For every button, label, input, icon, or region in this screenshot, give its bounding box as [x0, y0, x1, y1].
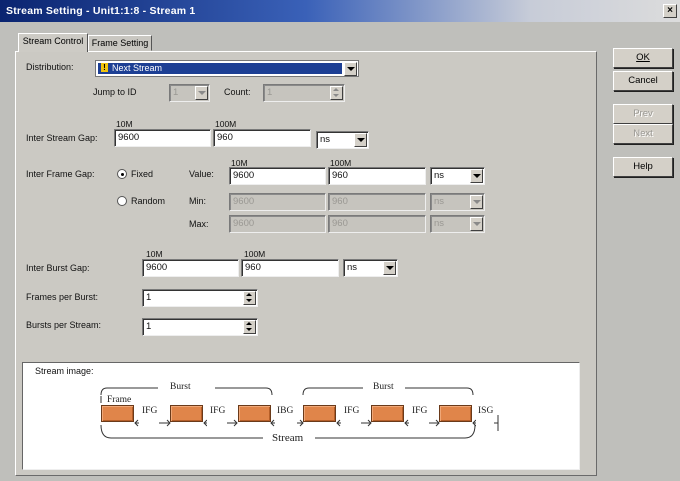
ibg-10m-input[interactable]: 9600 [142, 259, 239, 277]
jump-to-id-value: 1 [173, 87, 179, 98]
frames-per-burst-label: Frames per Burst: [26, 292, 99, 302]
ibg-10m-header: 10M [146, 249, 163, 259]
spinner-icon[interactable] [243, 320, 256, 334]
help-button[interactable]: Help [613, 157, 673, 177]
chevron-down-icon[interactable] [470, 169, 483, 183]
title-bar: Stream Setting - Unit1:1:8 - Stream 1 × [0, 0, 680, 22]
distribution-select[interactable]: ! Next Stream [95, 60, 359, 77]
prev-button[interactable]: Prev [613, 104, 673, 124]
next-button[interactable]: Next [613, 124, 673, 144]
count-stepper[interactable]: 1 [263, 84, 345, 102]
bursts-per-stream-stepper[interactable]: 1 [142, 318, 258, 336]
ibg-100m-header: 100M [244, 249, 266, 259]
ifg-label-4: IFG [412, 406, 428, 416]
distribution-value: Next Stream [112, 63, 163, 73]
chevron-down-icon[interactable] [383, 261, 396, 275]
next-label: Next [633, 128, 653, 139]
burst-bracket-2-left [302, 387, 363, 396]
chevron-down-icon[interactable] [195, 86, 208, 100]
ifg-10m-input[interactable]: 9600 [229, 167, 326, 185]
frame-block [371, 405, 404, 422]
ifg-label-2: IFG [210, 406, 226, 416]
ibg-unit-value: ns [347, 262, 358, 273]
frames-per-burst-stepper[interactable]: 1 [142, 289, 258, 307]
close-button[interactable]: × [663, 4, 677, 18]
ifg-min-10m-input[interactable]: 9600 [229, 193, 326, 211]
spinner-icon[interactable] [330, 86, 343, 100]
cancel-label: Cancel [628, 75, 658, 86]
frame-block [303, 405, 336, 422]
burst-label-2: Burst [373, 382, 394, 392]
isg-10m-header: 10M [116, 119, 133, 129]
isg-10m-input[interactable]: 9600 [114, 129, 211, 147]
random-label: Random [131, 196, 166, 206]
ifg-label: Inter Frame Gap: [26, 169, 95, 179]
frames-per-burst-value: 1 [146, 292, 152, 303]
stream-label: Stream [272, 432, 304, 444]
stream-bracket-left [100, 424, 263, 439]
prev-label: Prev [633, 108, 653, 119]
chevron-down-icon[interactable] [470, 195, 483, 209]
ifg-min-unit-value: ns [434, 196, 445, 207]
fixed-label: Fixed [131, 169, 154, 179]
isg-100m-header: 100M [215, 119, 237, 129]
ibg-label: Inter Burst Gap: [26, 263, 90, 273]
warning-icon: ! [101, 63, 108, 72]
bursts-per-stream-label: Bursts per Stream: [26, 320, 102, 330]
isg-unit-select[interactable]: ns [316, 131, 369, 149]
jump-to-id-select[interactable]: 1 [169, 84, 210, 102]
cancel-button[interactable]: Cancel [613, 71, 673, 91]
value-label: Value: [189, 169, 214, 179]
ifg-min-100m-input[interactable]: 960 [328, 193, 426, 211]
ifg-max-10m-input[interactable]: 9600 [229, 215, 326, 233]
stream-bracket-right [315, 424, 476, 439]
count-value: 1 [267, 87, 273, 98]
burst-bracket-2-right [405, 387, 474, 396]
frame-block [170, 405, 203, 422]
help-label: Help [633, 161, 653, 172]
ok-label: OK [636, 52, 650, 63]
chevron-down-icon[interactable] [344, 62, 357, 76]
ifg-max-unit-select[interactable]: ns [430, 215, 485, 233]
isg-unit-value: ns [320, 134, 331, 145]
distribution-label: Distribution: [26, 62, 74, 72]
window-title: Stream Setting - Unit1:1:8 - Stream 1 [6, 5, 196, 17]
tab-stream-control[interactable]: Stream Control [18, 33, 88, 52]
fixed-radio[interactable] [117, 169, 127, 179]
ifg-100m-input[interactable]: 960 [328, 167, 426, 185]
frame-label: Frame [107, 395, 132, 405]
isg-label: Inter Stream Gap: [26, 133, 98, 143]
ifg-label-3: IFG [344, 406, 360, 416]
ifg-unit-value: ns [434, 170, 445, 181]
bursts-per-stream-value: 1 [146, 321, 152, 332]
burst-bracket-1-right [215, 387, 273, 396]
frame-block [101, 405, 134, 422]
frame-block [238, 405, 271, 422]
burst-bracket-1-left [100, 387, 158, 396]
chevron-down-icon[interactable] [470, 217, 483, 231]
ifg-max-unit-value: ns [434, 218, 445, 229]
spinner-icon[interactable] [243, 291, 256, 305]
burst-label-1: Burst [170, 382, 191, 392]
frame-block [439, 405, 472, 422]
ifg-label-1: IFG [142, 406, 158, 416]
max-label: Max: [189, 219, 209, 229]
stream-image-panel: Stream image: Burst Burst Frame Stream I… [22, 362, 580, 470]
ifg-max-100m-input[interactable]: 960 [328, 215, 426, 233]
isg-label-diagram: ISG [478, 406, 494, 416]
count-label: Count: [224, 87, 251, 97]
random-radio[interactable] [117, 196, 127, 206]
ifg-unit-select[interactable]: ns [430, 167, 485, 185]
min-label: Min: [189, 196, 207, 206]
chevron-down-icon[interactable] [354, 133, 367, 147]
distribution-selected: ! Next Stream [98, 63, 342, 74]
isg-100m-input[interactable]: 960 [213, 129, 311, 147]
jump-to-id-label: Jump to ID [93, 87, 137, 97]
ibg-unit-select[interactable]: ns [343, 259, 398, 277]
tab-frame-setting[interactable]: Frame Setting [88, 35, 152, 51]
ifg-min-unit-select[interactable]: ns [430, 193, 485, 211]
ok-button[interactable]: OK [613, 48, 673, 68]
ibg-100m-input[interactable]: 960 [241, 259, 339, 277]
ibg-label-diagram: IBG [277, 406, 294, 416]
